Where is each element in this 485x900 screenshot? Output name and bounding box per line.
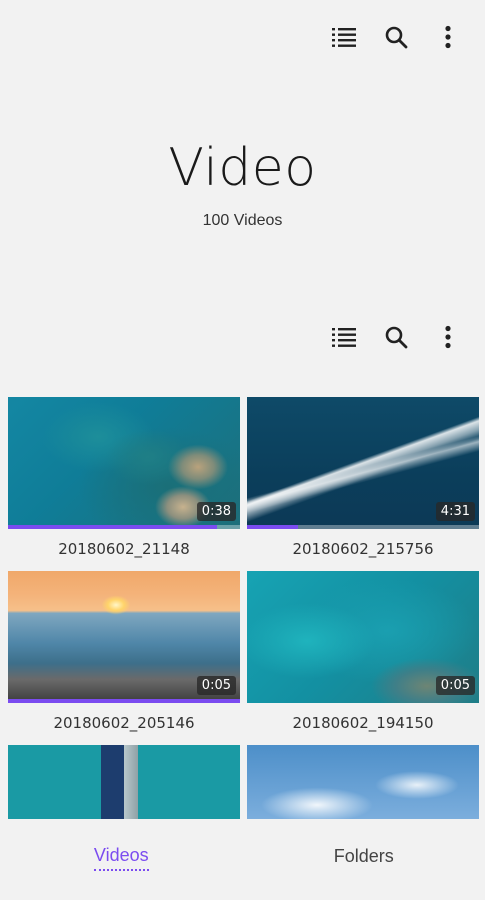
tab-videos[interactable]: Videos (0, 819, 243, 900)
more-vert-icon (445, 325, 451, 349)
progress-bar (8, 699, 240, 703)
video-count: 100 Videos (202, 212, 283, 229)
list-toolbar (329, 322, 463, 352)
top-toolbar (329, 22, 463, 52)
video-tile[interactable] (8, 745, 240, 819)
duration-badge: 0:05 (196, 676, 236, 695)
video-tile[interactable]: 0:05 20180602_205146 (8, 571, 240, 736)
search-icon (385, 326, 408, 349)
video-tile[interactable] (247, 745, 479, 819)
video-tile[interactable]: 0:05 20180602_194150 (247, 571, 479, 736)
search-button[interactable] (381, 22, 411, 52)
more-options-button[interactable] (433, 22, 463, 52)
more-options-button[interactable] (433, 322, 463, 352)
list-view-button[interactable] (329, 322, 359, 352)
page-header: Video 100 Videos (0, 138, 485, 230)
video-thumbnail[interactable] (247, 745, 479, 819)
progress-bar (8, 525, 217, 529)
duration-badge: 4:31 (435, 502, 475, 521)
tab-videos-label: Videos (93, 845, 149, 871)
video-thumbnail[interactable]: 0:38 (8, 397, 240, 529)
video-thumbnail[interactable]: 0:05 (8, 571, 240, 703)
video-grid: 0:38 20180602_21148 4:31 20180602_215756… (8, 397, 479, 819)
search-button[interactable] (381, 322, 411, 352)
video-name: 20180602_215756 (292, 540, 434, 558)
video-thumbnail[interactable] (8, 745, 240, 819)
page-title: Video (168, 138, 317, 198)
tab-folders-label: Folders (333, 845, 394, 866)
bottom-navigation: Videos Folders (0, 819, 485, 900)
list-icon (332, 28, 356, 47)
progress-bar (247, 525, 299, 529)
video-name: 20180602_21148 (58, 540, 190, 558)
video-tile[interactable]: 4:31 20180602_215756 (247, 397, 479, 562)
tab-folders[interactable]: Folders (243, 819, 485, 900)
video-name: 20180602_205146 (53, 714, 195, 732)
list-icon (332, 328, 356, 347)
duration-badge: 0:05 (435, 676, 475, 695)
list-view-button[interactable] (329, 22, 359, 52)
more-vert-icon (445, 25, 451, 49)
video-tile[interactable]: 0:38 20180602_21148 (8, 397, 240, 562)
video-thumbnail[interactable]: 0:05 (247, 571, 479, 703)
duration-badge: 0:38 (196, 502, 236, 521)
search-icon (385, 26, 408, 49)
video-thumbnail[interactable]: 4:31 (247, 397, 479, 529)
video-name: 20180602_194150 (292, 714, 434, 732)
